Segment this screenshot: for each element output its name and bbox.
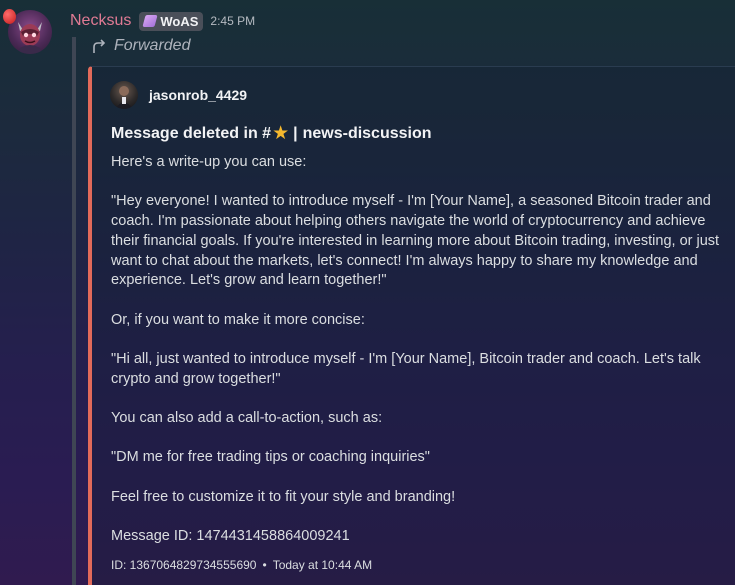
footer-timestamp: Today at 10:44 AM	[272, 558, 373, 572]
forwarded-embed: jasonrob_4429 Message deleted in # ★ | n…	[88, 66, 735, 585]
embed-title: Message deleted in # ★ | news-discussion	[111, 122, 432, 145]
title-separator: |	[293, 124, 298, 142]
forwarded-label: Forwarded	[90, 37, 190, 55]
message-id-line: Message ID: 1474431458864009241	[111, 528, 350, 545]
paragraph: "Hi all, just wanted to introduce myself…	[111, 351, 701, 387]
paragraph: "Hey everyone! I wanted to introduce mys…	[111, 193, 720, 289]
embed-description: Here's a write-up you can use: "Hey ever…	[111, 153, 721, 547]
guild-tag-badge[interactable]: WoAS	[139, 11, 204, 31]
footer-id: ID: 1367064829734555690	[111, 558, 257, 572]
message-header: Necksus WoAS 2:45 PM	[70, 10, 255, 32]
title-prefix: Message deleted in #	[111, 124, 272, 142]
forward-thread-line	[72, 37, 76, 585]
guild-tag-label: WoAS	[160, 13, 199, 29]
paragraph: You can also add a call-to-action, such …	[111, 410, 383, 427]
paragraph: Here's a write-up you can use:	[111, 154, 307, 170]
balloon-decoration-icon	[3, 9, 16, 24]
embed-footer: ID: 1367064829734555690 • Today at 10:44…	[111, 558, 372, 572]
channel-name[interactable]: news-discussion	[303, 125, 432, 143]
message-timestamp[interactable]: 2:45 PM	[210, 14, 255, 28]
embed-author-avatar[interactable]	[110, 81, 138, 109]
paragraph: Feel free to customize it to fit your st…	[111, 488, 456, 505]
author-username[interactable]: Necksus	[70, 12, 131, 30]
forward-arrow-icon	[93, 39, 106, 53]
person-avatar-icon	[115, 86, 133, 109]
embed-author-name[interactable]: jasonrob_4429	[149, 87, 247, 103]
paragraph: "DM me for free trading tips or coaching…	[111, 449, 430, 466]
guild-tag-icon	[142, 15, 158, 27]
paragraph: Or, if you want to make it more concise:	[111, 311, 365, 328]
star-emoji-icon: ★	[272, 123, 290, 144]
footer-separator: •	[262, 558, 267, 572]
embed-author: jasonrob_4429	[110, 81, 247, 109]
forwarded-text: Forwarded	[114, 37, 191, 54]
